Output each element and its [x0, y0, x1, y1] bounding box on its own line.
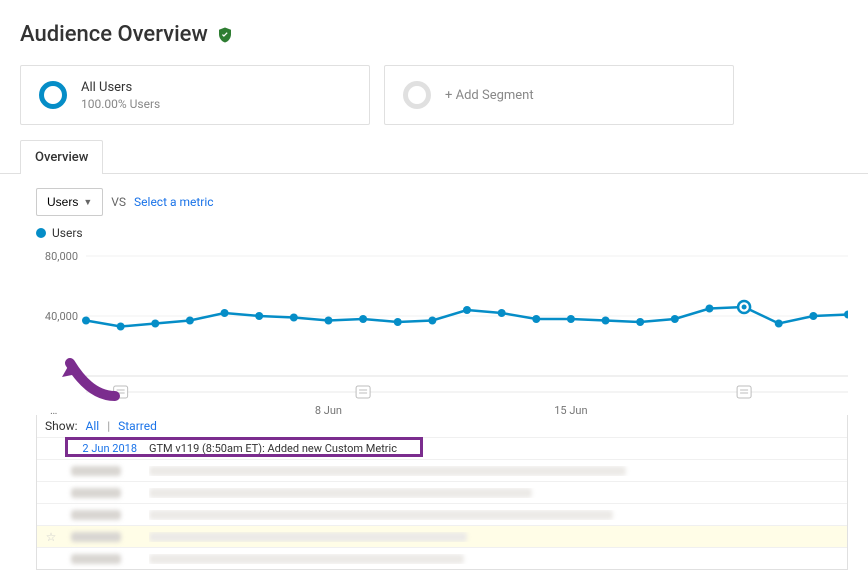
annotation-row[interactable]: 2 Jun 2018 GTM v119 (8:50am ET): Added ne… — [37, 437, 847, 459]
annotation-text: GTM v119 (8:50am ET): Added new Custom M… — [149, 442, 841, 455]
legend-dot-icon — [36, 228, 46, 238]
add-segment-label: + Add Segment — [445, 88, 534, 103]
svg-text:8 Jun: 8 Jun — [315, 404, 342, 415]
vs-label: VS — [111, 195, 126, 209]
segment-title: All Users — [81, 80, 160, 95]
star-icon[interactable]: ☆ — [43, 530, 59, 544]
caret-down-icon: ▼ — [83, 197, 92, 207]
users-line-chart[interactable]: 40,000 80,000 … 8 Jun 15 Jun — [36, 250, 848, 415]
metric-dropdown-label: Users — [47, 195, 78, 209]
metric-dropdown[interactable]: Users ▼ — [36, 188, 103, 216]
annotation-row[interactable] — [37, 481, 847, 503]
annotation-row[interactable] — [37, 503, 847, 525]
svg-text:15 Jun: 15 Jun — [554, 404, 587, 415]
page-title: Audience Overview — [20, 22, 208, 47]
tab-overview[interactable]: Overview — [20, 140, 103, 174]
annotation-row[interactable] — [37, 459, 847, 481]
annotations-filter-starred[interactable]: Starred — [118, 419, 157, 433]
svg-text:80,000: 80,000 — [45, 250, 78, 263]
annotation-date: 2 Jun 2018 — [71, 442, 137, 455]
segment-subtitle: 100.00% Users — [81, 97, 160, 111]
segment-all-users[interactable]: All Users 100.00% Users — [20, 65, 370, 125]
segment-donut-icon — [39, 81, 67, 109]
select-metric-link[interactable]: Select a metric — [134, 195, 214, 209]
annotation-row[interactable]: ☆ — [37, 525, 847, 547]
svg-text:…: … — [50, 404, 57, 415]
annotations-filter-all[interactable]: All — [86, 419, 100, 433]
svg-text:40,000: 40,000 — [45, 310, 78, 323]
annotation-row[interactable] — [37, 547, 847, 569]
legend-series-label: Users — [52, 226, 83, 240]
annotations-panel: Show: All | Starred 2 Jun 2018GTM v119 (… — [36, 415, 848, 570]
segment-donut-icon-empty — [403, 81, 431, 109]
verified-shield-icon — [216, 26, 234, 44]
annotations-show-label: Show: — [45, 419, 78, 433]
add-segment-button[interactable]: + Add Segment — [384, 65, 734, 125]
